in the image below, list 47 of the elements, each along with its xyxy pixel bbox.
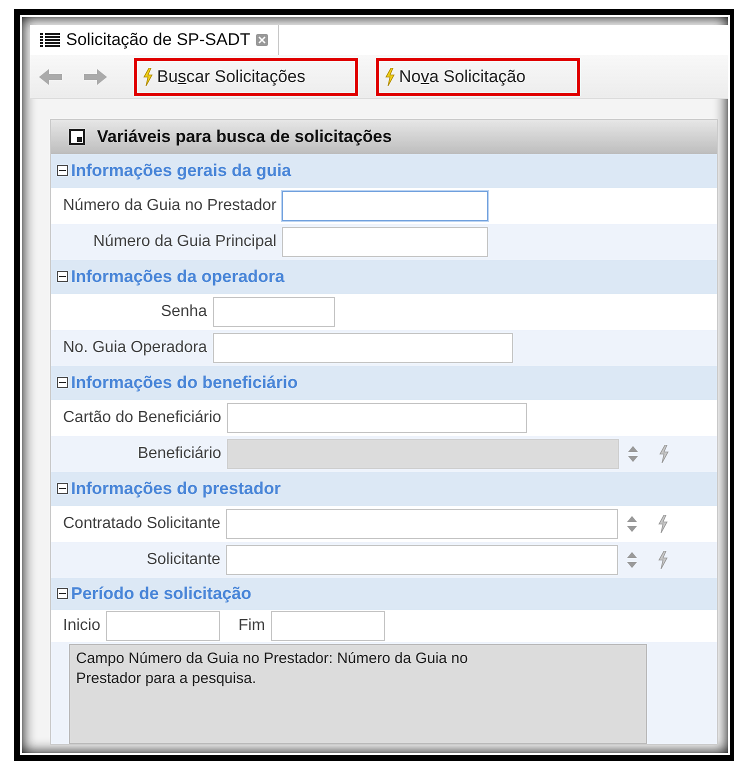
collapse-icon[interactable]	[57, 377, 68, 388]
field-label: Número da Guia Principal	[93, 232, 276, 252]
section-heading: Período de solicitação	[71, 583, 252, 606]
help-text-area: Campo Número da Guia no Prestador: Número da Guia no Prestador para a pesquisa.	[69, 644, 647, 744]
input-field[interactable]	[227, 402, 528, 433]
field-label: Beneficiário	[138, 444, 222, 464]
collapse-icon[interactable]	[57, 271, 68, 282]
panel-icon	[69, 128, 85, 145]
input-field[interactable]	[282, 190, 488, 221]
panel-title: Variáveis para busca de solicitações	[97, 126, 392, 148]
toolbar-button[interactable]: Nova Solicitação	[376, 58, 580, 96]
field-label: No. Guia Operadora	[63, 338, 208, 358]
document-tab[interactable]: Solicitação de SP-SADT	[30, 25, 280, 55]
field-label: Senha	[160, 302, 208, 322]
list-icon	[40, 32, 60, 48]
input-field[interactable]	[282, 226, 488, 257]
field-label: Fim	[238, 616, 266, 636]
section-heading: Informações do prestador	[71, 478, 281, 500]
input-field[interactable]	[226, 544, 618, 575]
section-heading: Informações da operadora	[71, 266, 285, 288]
back-arrow-icon[interactable]	[38, 66, 64, 86]
input-field[interactable]	[213, 296, 336, 327]
lightning-icon	[658, 550, 668, 569]
lightning-icon	[143, 68, 153, 86]
input-field[interactable]	[226, 508, 618, 539]
up-down-arrows-icon[interactable]	[627, 444, 640, 464]
up-down-arrows-icon[interactable]	[626, 514, 638, 534]
lightning-icon	[658, 514, 668, 533]
field-label: Inicio	[63, 616, 100, 636]
field-label: Contratado Solicitante	[63, 514, 220, 534]
field-label: Cartão do Beneficiário	[63, 408, 222, 428]
lightning-icon	[659, 444, 670, 463]
collapse-icon[interactable]	[57, 165, 68, 176]
section-heading: Informações do beneficiário	[71, 372, 298, 394]
lightning-icon	[385, 68, 395, 86]
section-heading: Informações gerais da guia	[71, 160, 292, 182]
toolbar-button[interactable]: Buscar Solicitações	[134, 58, 358, 96]
up-down-arrows-icon[interactable]	[626, 550, 638, 570]
field-label: Número da Guia no Prestador	[63, 196, 276, 216]
collapse-icon[interactable]	[57, 483, 68, 494]
input-field[interactable]	[271, 610, 386, 641]
collapse-icon[interactable]	[57, 588, 68, 600]
close-icon[interactable]	[256, 34, 268, 46]
input-field[interactable]	[213, 332, 514, 363]
forward-arrow-icon[interactable]	[82, 66, 108, 86]
field-label: Solicitante	[146, 550, 220, 570]
input-field[interactable]	[106, 610, 220, 641]
